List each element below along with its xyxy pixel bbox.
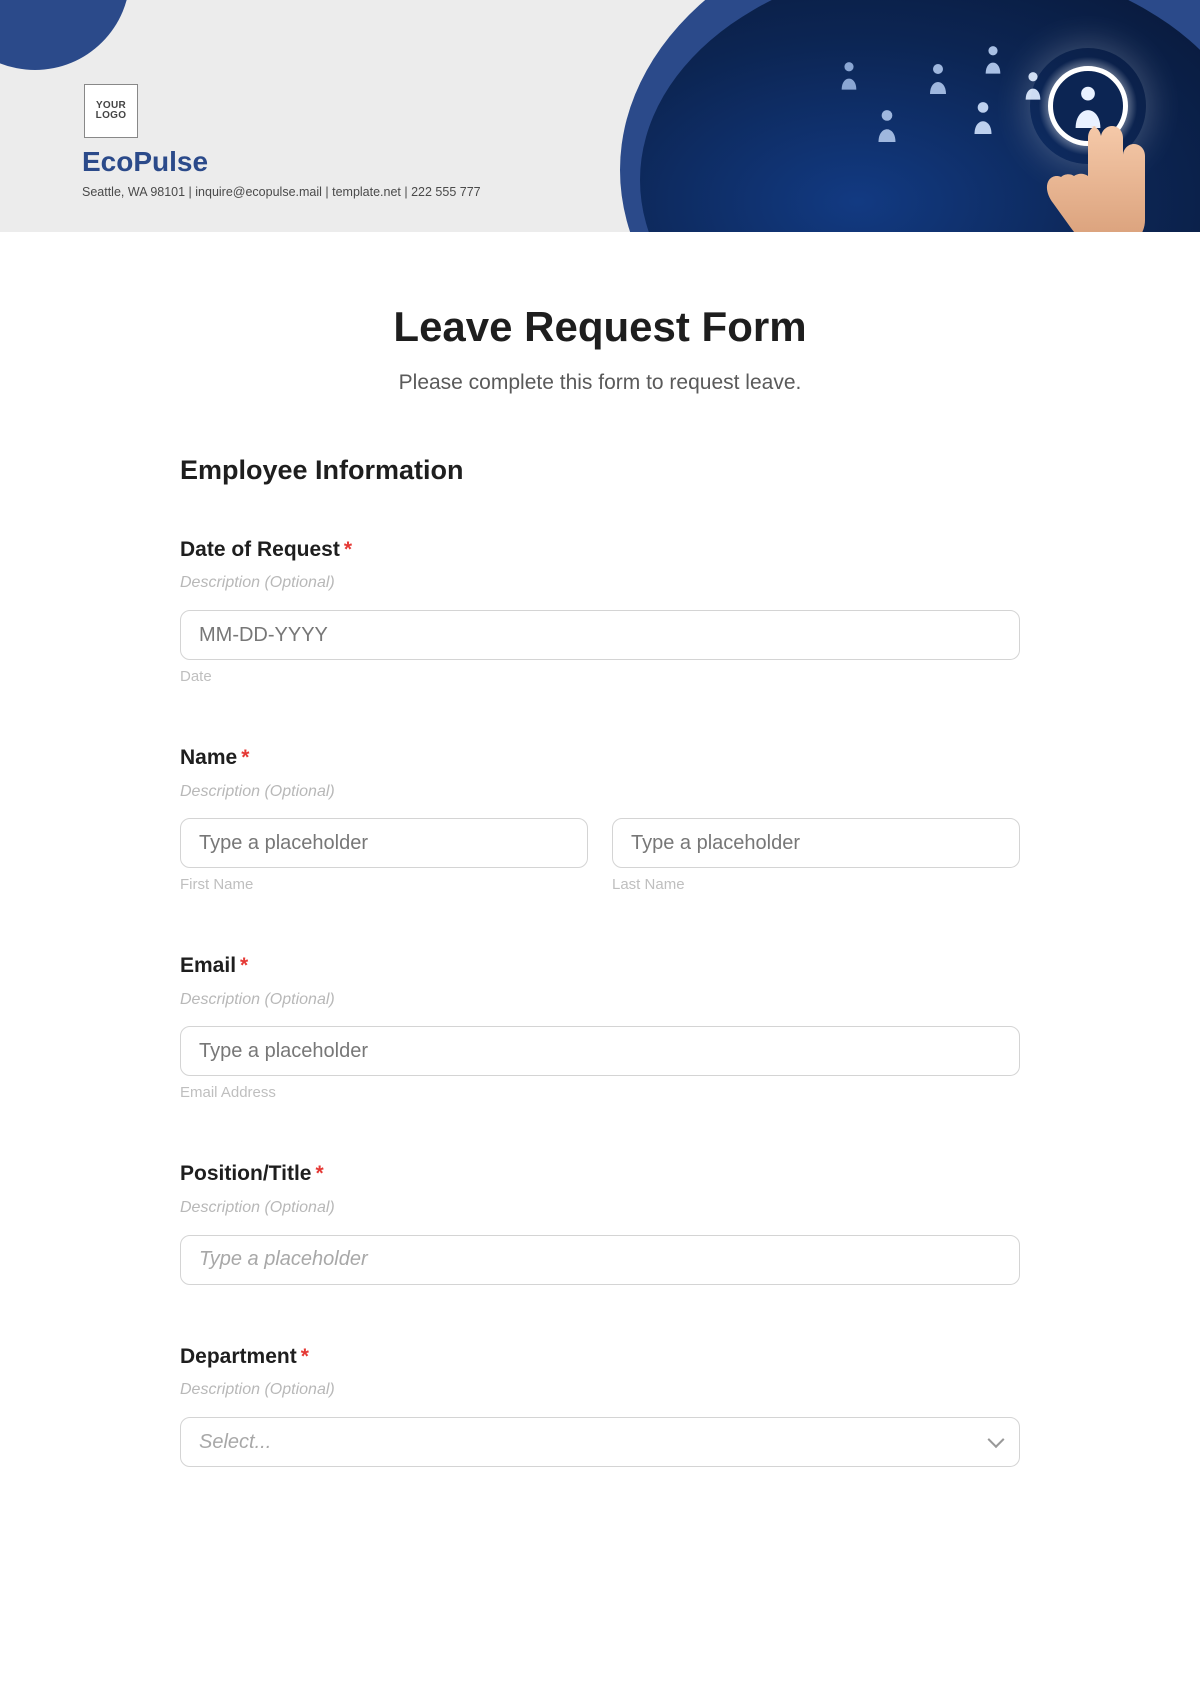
logo-placeholder: YOUR LOGO — [84, 84, 138, 138]
person-icon — [874, 108, 900, 142]
logo-text: YOUR LOGO — [96, 101, 127, 122]
label-text: Department — [180, 1345, 297, 1368]
required-marker: * — [301, 1345, 309, 1368]
date-of-request-input[interactable] — [180, 610, 1020, 660]
required-marker: * — [315, 1162, 323, 1185]
label-position: Position/Title* — [180, 1160, 1020, 1187]
person-icon — [982, 44, 1004, 74]
label-text: Position/Title — [180, 1162, 311, 1185]
label-name: Name* — [180, 744, 1020, 771]
field-description[interactable]: Description (Optional) — [180, 1380, 1020, 1401]
page-subtitle: Please complete this form to request lea… — [180, 368, 1020, 397]
sublabel-date: Date — [180, 668, 1020, 686]
required-marker: * — [344, 538, 352, 561]
field-description[interactable]: Description (Optional) — [180, 1198, 1020, 1219]
field-date-of-request: Date of Request* Description (Optional) … — [180, 536, 1020, 686]
position-input[interactable] — [180, 1235, 1020, 1285]
field-description[interactable]: Description (Optional) — [180, 573, 1020, 594]
sublabel-last-name: Last Name — [612, 876, 1020, 894]
person-icon — [838, 60, 860, 90]
label-date-of-request: Date of Request* — [180, 536, 1020, 563]
first-name-input[interactable] — [180, 818, 588, 868]
label-department: Department* — [180, 1343, 1020, 1370]
sublabel-email: Email Address — [180, 1084, 1020, 1102]
label-text: Email — [180, 954, 236, 977]
label-text: Name — [180, 746, 237, 769]
field-department: Department* Description (Optional) Selec… — [180, 1343, 1020, 1467]
email-input[interactable] — [180, 1026, 1020, 1076]
field-email: Email* Description (Optional) Email Addr… — [180, 952, 1020, 1102]
section-employee-info: Employee Information — [180, 454, 1020, 486]
last-name-input[interactable] — [612, 818, 1020, 868]
field-position: Position/Title* Description (Optional) — [180, 1160, 1020, 1284]
field-name: Name* Description (Optional) First Name … — [180, 744, 1020, 894]
label-text: Date of Request — [180, 538, 340, 561]
person-icon — [926, 62, 950, 94]
form-container: Leave Request Form Please complete this … — [120, 232, 1080, 1537]
label-email: Email* — [180, 952, 1020, 979]
pointing-finger-icon — [1020, 126, 1160, 232]
field-description[interactable]: Description (Optional) — [180, 990, 1020, 1011]
person-icon — [970, 100, 996, 134]
page-title: Leave Request Form — [180, 302, 1020, 352]
department-select[interactable]: Select... — [180, 1417, 1020, 1467]
required-marker: * — [241, 746, 249, 769]
brand-contact: Seattle, WA 98101 | inquire@ecopulse.mai… — [82, 184, 481, 202]
required-marker: * — [240, 954, 248, 977]
sublabel-first-name: First Name — [180, 876, 588, 894]
header-banner: YOUR LOGO EcoPulse Seattle, WA 98101 | i… — [0, 0, 1200, 232]
decor-circle-left — [0, 0, 130, 70]
brand-name: EcoPulse — [82, 148, 208, 176]
field-description[interactable]: Description (Optional) — [180, 782, 1020, 803]
